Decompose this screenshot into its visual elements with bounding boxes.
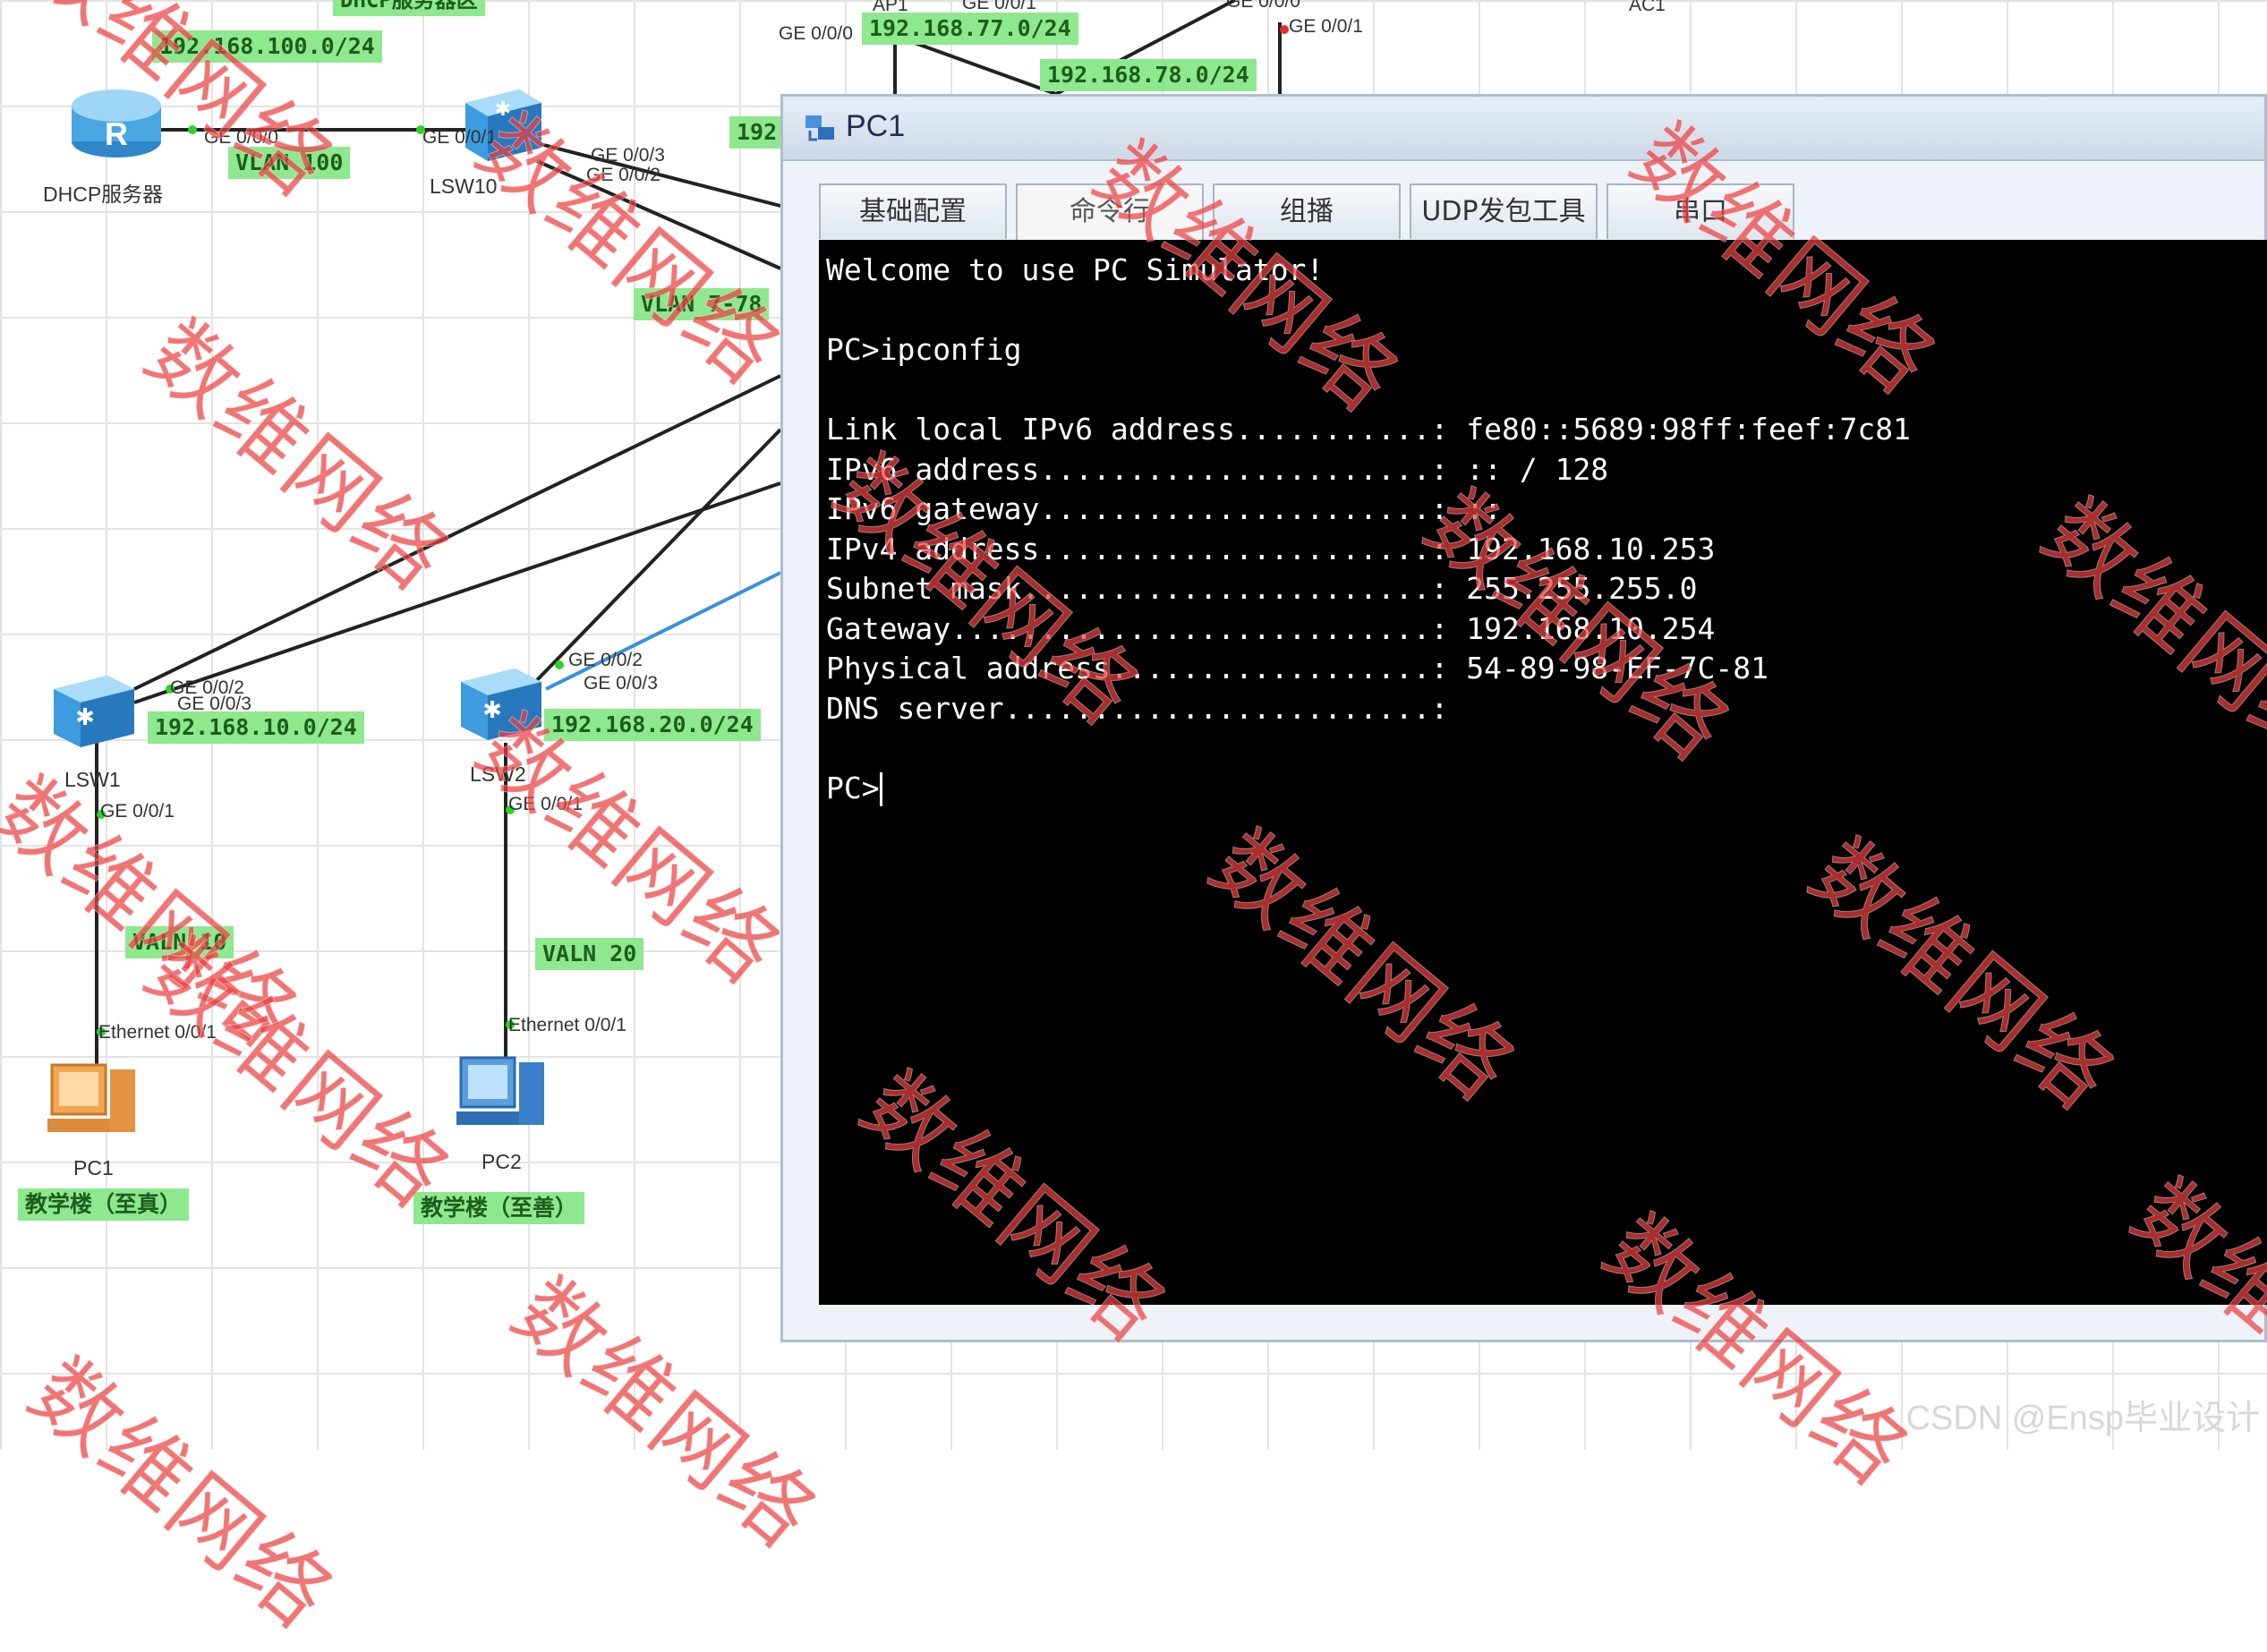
terminal-prompt: PC> [826,770,880,805]
pc1-console-window[interactable]: PC1 基础配置 命令行 组播 UDP发包工具 串口 Welcome to us… [780,94,2267,1342]
port-label: GE 0/0/3 [591,145,665,166]
terminal-line: IPv6 gateway......................: :: [826,491,1502,526]
terminal-line: Link local IPv6 address...........: fe80… [826,412,1911,447]
device-name-lsw10: LSW10 [430,175,498,198]
tab-command-line[interactable]: 命令行 [1016,183,1204,243]
building-label: 教学楼（至真） [18,1188,190,1221]
network-label: 192.168.77.0/24 [862,13,1078,45]
svg-text:✱: ✱ [482,697,502,724]
terminal-prompt-line[interactable]: PC> [826,769,2263,809]
tab-basic-config[interactable]: 基础配置 [819,183,1007,239]
network-label: VALN 10 [125,926,234,958]
terminal-line: Welcome to use PC Simulator! [826,252,1325,287]
port-label: GE 0/0/0 [779,23,853,44]
network-label: 192.168.78.0/24 [1040,59,1257,91]
window-titlebar[interactable]: PC1 [783,97,2264,161]
port-label: GE 0/0/0 [1226,0,1300,12]
port-label: GE 0/0/2 [568,650,643,670]
device-name-lsw2: LSW2 [470,762,526,786]
tab-serial[interactable]: 串口 [1607,183,1794,239]
pc-icon[interactable] [43,1056,150,1149]
terminal-line: IPv6 address......................: :: /… [826,451,1609,487]
port-label: GE 0/0/1 [1289,16,1363,37]
device-name-pc1: PC1 [73,1156,114,1179]
port-label: GE 0/0/2 [586,165,660,185]
pc-icon[interactable] [452,1049,559,1142]
terminal-line: IPv4 address......................: 192.… [826,531,1716,566]
network-label: 192.168.100.0/24 [152,30,382,63]
port-label: Ethernet 0/0/1 [508,1015,626,1035]
csdn-footer-mark: CSDN @Ensp毕业设计 [1905,1400,2260,1437]
terminal-line: Gateway...........................: 192.… [826,610,1716,646]
port-label: GE 0/0/3 [584,673,658,694]
building-label: 教学楼（至善） [413,1192,585,1224]
router-icon[interactable]: R [67,82,166,166]
port-label: Ethernet 0/0/1 [98,1022,217,1043]
tab-udp-tool[interactable]: UDP发包工具 [1410,183,1598,239]
tab-multicast[interactable]: 组播 [1213,183,1401,239]
svg-text:✱: ✱ [495,98,511,121]
device-name-pc2: PC2 [482,1150,522,1173]
network-label: 192.168.10.0/24 [148,711,364,744]
network-label: VLAN 7-78 [634,288,770,320]
switch-icon[interactable]: ✱ [456,664,546,748]
svg-text:✱: ✱ [75,704,95,731]
link-lsw1-core-a [133,374,781,691]
network-label: VLAN 100 [228,147,351,179]
terminal-line: Subnet mask.......................: 255.… [826,571,1698,606]
device-name-dhcp: DHCP服务器 [43,183,164,206]
port-label: GE 0/0/1 [508,794,583,814]
port-dot [188,125,197,134]
server-zone-label: DHCP服务器区 [333,0,485,16]
network-label: VALN 20 [535,938,644,970]
terminal-line: Physical address..................: 54-8… [826,651,1768,685]
port-label: GE 0/0/0 [204,127,278,148]
terminal-line: DNS server........................: [826,690,1449,726]
network-label: 192 [729,116,785,149]
link-lsw2-core-b [545,571,781,691]
port-label: GE 0/0/1 [422,127,497,148]
port-dot [555,660,564,669]
window-title: PC1 [846,109,906,143]
switch-icon[interactable]: ✱ [49,671,139,755]
port-dot [1280,25,1289,34]
ac1-label: AC1 [1629,0,1666,15]
terminal-line: PC>ipconfig [826,332,1022,367]
network-label: 192.168.20.0/24 [544,709,761,741]
window-app-icon [803,111,837,149]
text-cursor [879,772,882,806]
terminal-output[interactable]: Welcome to use PC Simulator! PC>ipconfig… [819,240,2267,1305]
port-label: GE 0/0/1 [100,801,175,822]
device-name-lsw1: LSW1 [64,768,121,791]
svg-text:R: R [105,115,128,152]
